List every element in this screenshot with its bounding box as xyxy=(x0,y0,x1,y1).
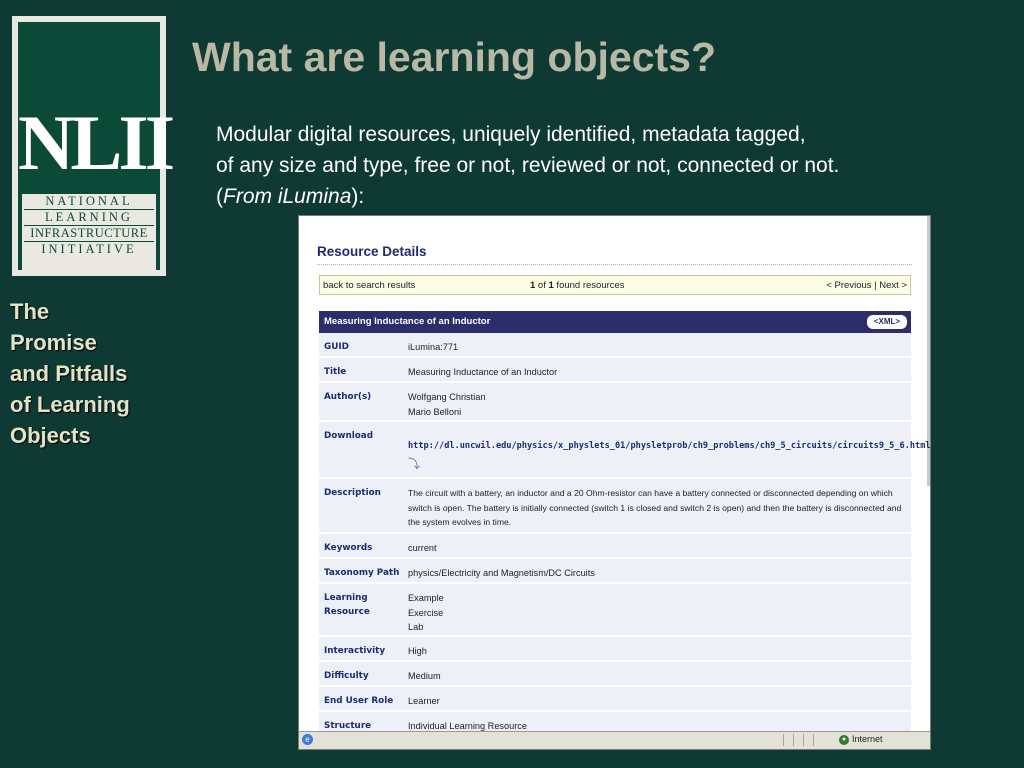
body-line-2: of any size and type, free or not, revie… xyxy=(216,154,840,177)
previous-link[interactable]: < Previous xyxy=(826,280,871,291)
label-line: Learning xyxy=(324,593,368,603)
row-title: Title Measuring Inductance of an Inducto… xyxy=(319,358,911,383)
field-label: End User Role xyxy=(324,696,394,706)
row-authors: Author(s) Wolfgang Christian Mario Bello… xyxy=(319,383,911,422)
source-name: From iLumina xyxy=(223,185,352,208)
zone-label: Internet xyxy=(852,734,883,744)
resource-header: Measuring Inductance of an Inductor <XML… xyxy=(319,311,911,333)
slide-title: What are learning objects? xyxy=(192,34,716,80)
row-guid: GUID iLumina:771 xyxy=(319,333,911,358)
nlii-logo: NLII NATIONAL LEARNING INFRASTRUCTURE IN… xyxy=(12,16,175,276)
sidebar-title-line: Promise xyxy=(10,330,97,355)
download-icon[interactable]: ⤵ xyxy=(408,457,420,471)
resource-details-title: Resource Details xyxy=(317,244,427,259)
slide-body-text: Modular digital resources, uniquely iden… xyxy=(216,119,839,212)
logo-line-learning: LEARNING xyxy=(24,210,154,226)
field-value: Medium xyxy=(408,671,441,681)
sidebar-title-line: and Pitfalls xyxy=(10,361,128,386)
pager: < Previous | Next > xyxy=(826,280,907,291)
logo-abbreviation: NLII xyxy=(18,99,175,186)
download-link[interactable]: http://dl.uncwil.edu/physics/x_physlets_… xyxy=(408,439,930,454)
field-label: Title xyxy=(324,367,347,377)
page-icon: e xyxy=(302,734,313,745)
field-value: Learner xyxy=(408,696,440,706)
results-navbar: back to search results 1 of 1 found reso… xyxy=(319,275,911,295)
field-label: GUID xyxy=(324,342,349,352)
row-taxonomy-path: Taxonomy Path physics/Electricity and Ma… xyxy=(319,559,911,584)
globe-icon: ● xyxy=(839,734,849,745)
sidebar-title-line: Objects xyxy=(10,423,91,448)
resource-type: Example xyxy=(408,593,444,603)
logo-emblem: NLII NATIONAL LEARNING INFRASTRUCTURE IN… xyxy=(18,22,175,272)
row-interactivity: Interactivity High xyxy=(319,637,911,662)
label-line: Resource xyxy=(324,607,370,617)
field-label: Learning Resource xyxy=(324,591,370,619)
sidebar-title-line: of Learning xyxy=(10,392,130,417)
status-cells xyxy=(783,734,833,746)
field-value: physics/Electricity and Magnetism/DC Cir… xyxy=(408,568,595,578)
browser-status-bar: e ● Internet xyxy=(299,731,930,749)
paren-open: ( xyxy=(216,185,223,208)
title-divider xyxy=(317,264,912,265)
row-difficulty: Difficulty Medium xyxy=(319,662,911,687)
sidebar-title-line: The xyxy=(10,299,50,324)
author-name: Mario Belloni xyxy=(408,406,462,417)
field-label: Download xyxy=(324,431,374,441)
row-description: Description The circuit with a battery, … xyxy=(319,479,911,534)
resource-detail-table: Measuring Inductance of an Inductor <XML… xyxy=(319,311,930,737)
field-value: The circuit with a battery, an inductor … xyxy=(408,488,902,527)
next-link[interactable]: Next > xyxy=(879,280,907,291)
field-value: High xyxy=(408,646,427,656)
field-value: http://dl.uncwil.edu/physics/x_physlets_… xyxy=(408,439,930,472)
logo-subtitle-block: NATIONAL LEARNING INFRASTRUCTURE INITIAT… xyxy=(22,194,156,272)
sidebar-presentation-title: The Promise and Pitfalls of Learning Obj… xyxy=(10,296,130,451)
field-label: Description xyxy=(324,488,381,498)
row-download: Download http://dl.uncwil.edu/physics/x_… xyxy=(319,422,930,479)
count-suffix: found resources xyxy=(553,280,625,291)
author-name: Wolfgang Christian xyxy=(408,392,486,402)
field-label: Interactivity xyxy=(324,646,386,656)
field-value: Example Exercise Lab xyxy=(408,591,444,635)
xml-button[interactable]: <XML> xyxy=(866,314,908,330)
row-learning-resource: Learning Resource Example Exercise Lab xyxy=(319,584,911,637)
resource-type: Exercise xyxy=(408,607,444,618)
body-line-3: (From iLumina): xyxy=(216,181,839,212)
field-value: current xyxy=(408,543,437,553)
field-label: Keywords xyxy=(324,543,373,553)
paren-close: ): xyxy=(351,185,365,208)
logo-line-national: NATIONAL xyxy=(24,194,154,210)
field-label: Difficulty xyxy=(324,671,369,681)
back-to-results-link[interactable]: back to search results xyxy=(323,280,415,291)
field-value: Measuring Inductance of an Inductor xyxy=(408,367,558,377)
count-of: of xyxy=(535,280,549,291)
row-keywords: Keywords current xyxy=(319,534,911,559)
resource-type: Lab xyxy=(408,622,424,632)
ilumina-screenshot: Resource Details back to search results … xyxy=(298,215,931,750)
logo-line-initiative: INITIATIVE xyxy=(41,242,137,256)
resource-header-title: Measuring Inductance of an Inductor xyxy=(324,316,491,327)
result-count: 1 of 1 found resources xyxy=(530,280,625,291)
field-value: iLumina:771 xyxy=(408,342,459,352)
body-line-1: Modular digital resources, uniquely iden… xyxy=(216,123,806,146)
field-label: Author(s) xyxy=(324,392,372,402)
logo-line-infrastructure: INFRASTRUCTURE xyxy=(24,226,154,242)
field-label: Taxonomy Path xyxy=(324,568,400,578)
field-value: Wolfgang Christian Mario Belloni xyxy=(408,390,485,419)
row-end-user-role: End User Role Learner xyxy=(319,687,911,712)
security-zone: ● Internet xyxy=(839,734,883,745)
